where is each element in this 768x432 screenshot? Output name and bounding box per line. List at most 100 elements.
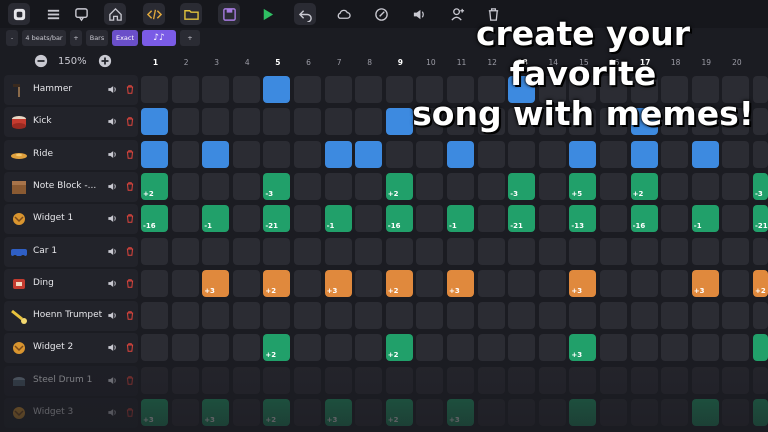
note-cell[interactable]: +3	[569, 269, 597, 297]
empty-cell[interactable]	[661, 237, 689, 265]
empty-cell[interactable]	[477, 172, 505, 200]
note-cell[interactable]: +5	[569, 172, 597, 200]
note-cell[interactable]: +3	[202, 399, 230, 426]
empty-cell[interactable]	[447, 366, 474, 394]
empty-cell[interactable]	[661, 205, 689, 233]
empty-cell[interactable]	[630, 302, 658, 330]
note-cell[interactable]: +2	[263, 399, 291, 426]
note-cell[interactable]: -16	[630, 205, 658, 233]
empty-cell[interactable]	[171, 205, 199, 233]
empty-cell[interactable]	[753, 237, 768, 265]
empty-cell[interactable]	[171, 269, 199, 297]
empty-cell[interactable]	[294, 205, 321, 233]
empty-cell[interactable]	[294, 366, 321, 394]
empty-cell[interactable]	[753, 302, 768, 330]
empty-cell[interactable]	[294, 76, 321, 103]
empty-cell[interactable]	[447, 237, 474, 265]
empty-cell[interactable]	[355, 108, 383, 136]
track-row[interactable]: Car 1	[4, 236, 138, 267]
empty-cell[interactable]	[171, 302, 199, 330]
empty-cell[interactable]	[447, 302, 474, 330]
folder-icon[interactable]	[180, 3, 202, 25]
empty-cell[interactable]	[294, 172, 321, 200]
empty-cell[interactable]	[722, 399, 750, 426]
note-cell[interactable]: +3	[324, 269, 352, 297]
empty-cell[interactable]	[661, 399, 689, 426]
empty-cell[interactable]	[263, 302, 291, 330]
note-cell[interactable]: -16	[385, 205, 413, 233]
note-cell[interactable]	[630, 140, 658, 168]
empty-cell[interactable]	[416, 334, 444, 362]
zoom-out-icon[interactable]	[34, 54, 48, 68]
note-cell[interactable]: +2	[385, 334, 413, 362]
note-cell[interactable]: +2	[385, 269, 413, 297]
note-cell[interactable]: +2	[263, 334, 291, 362]
empty-cell[interactable]	[600, 205, 627, 233]
empty-cell[interactable]	[661, 140, 689, 168]
empty-cell[interactable]	[753, 140, 768, 168]
empty-cell[interactable]	[508, 302, 536, 330]
empty-cell[interactable]	[477, 366, 505, 394]
track-row[interactable]: Kick	[4, 107, 138, 138]
empty-cell[interactable]	[232, 399, 260, 426]
empty-cell[interactable]	[477, 237, 505, 265]
note-cell[interactable]: -21	[753, 205, 768, 233]
empty-cell[interactable]	[630, 269, 658, 297]
empty-cell[interactable]	[232, 366, 260, 394]
empty-cell[interactable]	[171, 172, 199, 200]
note-cell[interactable]: +2	[141, 172, 168, 200]
empty-cell[interactable]	[355, 269, 383, 297]
empty-cell[interactable]	[294, 108, 321, 136]
empty-cell[interactable]	[569, 237, 597, 265]
empty-cell[interactable]	[171, 399, 199, 426]
empty-cell[interactable]	[263, 237, 291, 265]
empty-cell[interactable]	[232, 237, 260, 265]
delete-track-icon[interactable]	[125, 246, 135, 257]
empty-cell[interactable]	[202, 108, 230, 136]
speaker-icon[interactable]	[107, 213, 118, 224]
delete-track-icon[interactable]	[125, 375, 135, 386]
empty-cell[interactable]	[232, 269, 260, 297]
note-cell[interactable]: -3	[753, 172, 768, 200]
empty-cell[interactable]	[355, 302, 383, 330]
empty-cell[interactable]	[141, 302, 168, 330]
note-cell[interactable]: -1	[691, 205, 719, 233]
speaker-icon[interactable]	[107, 278, 118, 289]
empty-cell[interactable]	[477, 302, 505, 330]
empty-cell[interactable]	[324, 237, 352, 265]
note-cell[interactable]	[569, 140, 597, 168]
play-icon[interactable]	[256, 3, 278, 25]
note-cell[interactable]	[141, 108, 168, 136]
empty-cell[interactable]	[661, 366, 689, 394]
empty-cell[interactable]	[691, 237, 719, 265]
empty-cell[interactable]	[294, 399, 321, 426]
note-length-button[interactable]: ♪♪	[142, 30, 176, 46]
comment-icon[interactable]	[70, 3, 92, 25]
note-cell[interactable]: -3	[263, 172, 291, 200]
track-row[interactable]: Steel Drum 1	[4, 365, 138, 396]
empty-cell[interactable]	[447, 334, 474, 362]
decrease-beats-button[interactable]: -	[6, 30, 18, 46]
note-cell[interactable]: +3	[202, 269, 230, 297]
delete-track-icon[interactable]	[125, 213, 135, 224]
note-cell[interactable]: +3	[447, 399, 474, 426]
delete-track-icon[interactable]	[125, 310, 135, 321]
empty-cell[interactable]	[661, 172, 689, 200]
track-row[interactable]: Ride	[4, 139, 138, 170]
delete-track-icon[interactable]	[125, 342, 135, 353]
empty-cell[interactable]	[508, 334, 536, 362]
empty-cell[interactable]	[477, 205, 505, 233]
exact-toggle[interactable]: Exact	[112, 30, 138, 46]
note-cell[interactable]: -21	[508, 205, 536, 233]
empty-cell[interactable]	[538, 237, 566, 265]
empty-cell[interactable]	[416, 140, 444, 168]
note-cell[interactable]: +2	[630, 172, 658, 200]
note-cell[interactable]: -21	[263, 205, 291, 233]
empty-cell[interactable]	[722, 140, 750, 168]
note-cell[interactable]: +3	[141, 399, 168, 426]
empty-cell[interactable]	[416, 269, 444, 297]
note-cell[interactable]: +3	[569, 334, 597, 362]
empty-cell[interactable]	[600, 302, 627, 330]
note-cell[interactable]: -3	[508, 172, 536, 200]
empty-cell[interactable]	[600, 237, 627, 265]
